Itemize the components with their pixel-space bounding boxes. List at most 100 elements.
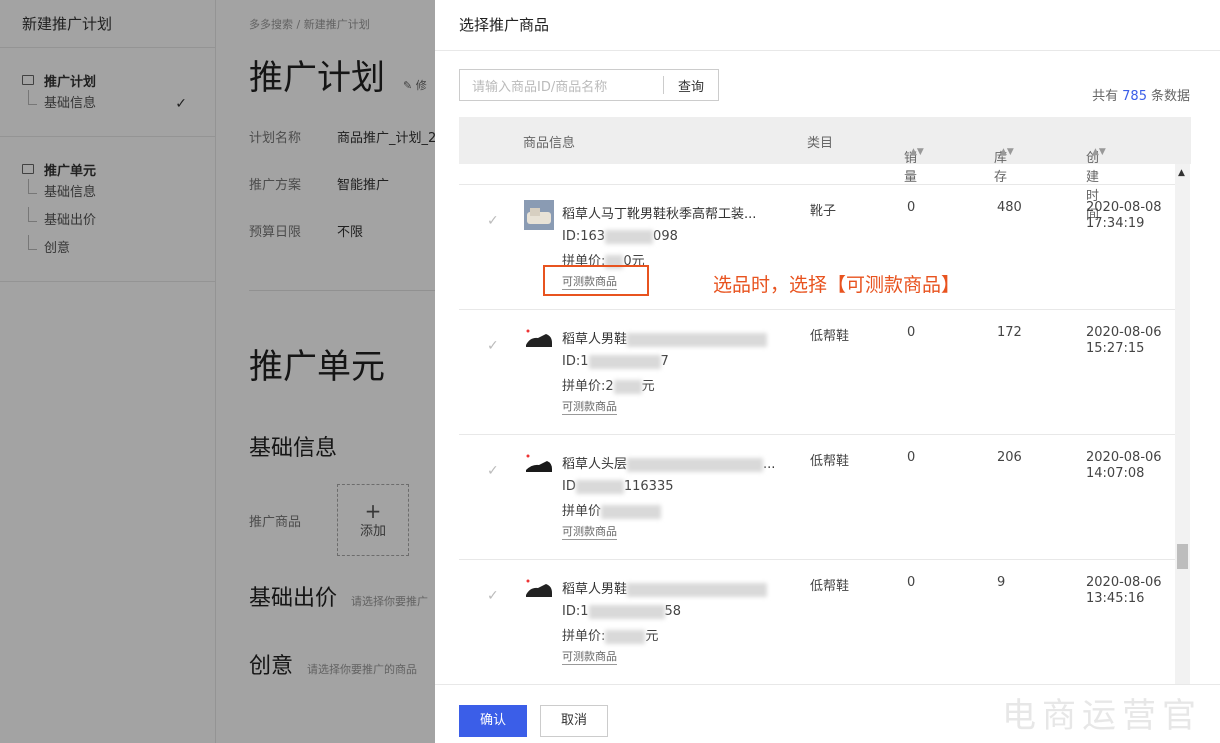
product-created: 2020-08-06 13:45:16 xyxy=(1086,575,1162,607)
product-stock: 172 xyxy=(997,325,1022,340)
watermark: 电商运营官 xyxy=(1002,696,1202,736)
table-row[interactable]: ✓ 稻草人男鞋 ID:1 58 拼单价: 元 可测款商品 低帮鞋 0 9 2020-… xyxy=(459,560,1175,684)
price-suffix: 元 xyxy=(645,629,659,644)
price-prefix: 拼单价: xyxy=(562,629,606,644)
product-category: 靴子 xyxy=(810,204,837,219)
table-header: 商品信息 类目 销量 ▲▼ 库存 ▲▼ 创建时间 ▲▼ xyxy=(459,117,1191,223)
created-date: 2020-08-06 xyxy=(1086,325,1162,340)
product-thumbnail xyxy=(524,325,554,355)
table-body: ✓ 稻草人马丁靴男鞋秋季高帮工装... ID:163 098 拼单价: 0 元 可测款… xyxy=(459,184,1175,684)
product-sales: 0 xyxy=(907,450,916,465)
created-time: 17:34:19 xyxy=(1086,216,1145,231)
product-price: 拼单价:2 元 xyxy=(562,375,655,394)
product-id: ID 116335 xyxy=(562,479,674,494)
product-name: 稻草人头层... xyxy=(562,457,776,472)
testable-product-tag: 可测款商品 xyxy=(562,400,617,415)
created-time: 15:27:15 xyxy=(1086,341,1145,356)
product-id-prefix: ID xyxy=(562,479,576,494)
annotation-text: 选品时，选择【可测款商品】 xyxy=(713,274,961,296)
confirm-button[interactable]: 确认 xyxy=(459,705,527,737)
column-header-category: 类目 xyxy=(807,136,834,151)
product-name: 稻草人男鞋 xyxy=(562,328,768,347)
testable-product-tag: 可测款商品 xyxy=(562,525,617,540)
redacted-blur xyxy=(627,582,768,597)
sort-icon: ▲▼ xyxy=(910,147,924,157)
product-created: 2020-08-08 17:34:19 xyxy=(1086,200,1162,232)
price-prefix: 拼单价 xyxy=(562,504,602,519)
table-row[interactable]: ✓ 稻草人男鞋 ID:1 7 拼单价:2 元 可测款商品 低帮鞋 0 172 202… xyxy=(459,310,1175,435)
total-number: 785 xyxy=(1122,89,1147,104)
product-id-prefix: ID:1 xyxy=(562,604,589,619)
product-name: 稻草人马丁靴男鞋秋季高帮工装... xyxy=(562,207,757,222)
search-button[interactable]: 查询 xyxy=(664,76,718,95)
product-name: 稻草人男鞋 xyxy=(562,578,768,597)
select-product-drawer: 选择推广商品 请输入商品ID/商品名称 查询 共有 785 条数据 商品信息 类目 … xyxy=(435,0,1220,743)
redacted-blur xyxy=(588,604,665,619)
redacted-blur xyxy=(605,229,654,244)
product-id: ID:1 7 xyxy=(562,354,669,369)
table-row[interactable]: ✓ 稻草人头层... ID 116335 拼单价 可测款商品 低帮鞋 0 206 … xyxy=(459,435,1175,560)
product-id-suffix: 58 xyxy=(664,604,682,619)
drawer-title: 选择推广商品 xyxy=(435,0,1220,51)
created-date: 2020-08-06 xyxy=(1086,575,1162,590)
product-id-suffix: 7 xyxy=(660,354,669,369)
product-id-suffix: 116335 xyxy=(623,479,674,494)
select-check-icon[interactable]: ✓ xyxy=(487,338,499,354)
scroll-up-icon[interactable]: ▲ xyxy=(1178,168,1185,178)
product-stock: 206 xyxy=(997,450,1022,465)
product-id: ID:1 58 xyxy=(562,604,681,619)
select-check-icon[interactable]: ✓ xyxy=(487,213,499,229)
search-input[interactable]: 请输入商品ID/商品名称 xyxy=(460,76,663,95)
product-stock: 480 xyxy=(997,200,1022,215)
redacted-blur xyxy=(588,354,661,369)
product-thumbnail xyxy=(524,575,554,605)
product-price: 拼单价: 元 xyxy=(562,625,658,644)
redacted-blur xyxy=(613,379,642,394)
redacted-blur xyxy=(627,332,768,347)
product-stock: 9 xyxy=(997,575,1006,590)
column-header-product: 商品信息 xyxy=(523,136,576,151)
product-category: 低帮鞋 xyxy=(810,329,850,344)
product-sales: 0 xyxy=(907,200,916,215)
search-box: 请输入商品ID/商品名称 查询 xyxy=(459,69,719,101)
price-suffix: 元 xyxy=(641,379,655,394)
total-suffix: 条数据 xyxy=(1150,89,1190,104)
redacted-blur xyxy=(575,479,624,494)
total-count: 共有 785 条数据 xyxy=(1092,85,1190,104)
product-sales: 0 xyxy=(907,575,916,590)
total-prefix: 共有 xyxy=(1092,89,1119,104)
redacted-blur xyxy=(601,504,662,519)
created-date: 2020-08-08 xyxy=(1086,200,1162,215)
redacted-blur xyxy=(605,629,646,644)
product-id-suffix: 098 xyxy=(653,229,678,244)
product-category: 低帮鞋 xyxy=(810,579,850,594)
product-sales: 0 xyxy=(907,325,916,340)
product-thumbnail xyxy=(524,450,554,480)
select-check-icon[interactable]: ✓ xyxy=(487,588,499,604)
product-category: 低帮鞋 xyxy=(810,454,850,469)
price-prefix: 拼单价:2 xyxy=(562,379,614,394)
product-created: 2020-08-06 14:07:08 xyxy=(1086,450,1162,482)
product-thumbnail xyxy=(524,200,554,230)
product-id: ID:163 098 xyxy=(562,229,678,244)
product-name-text: 稻草人男鞋 xyxy=(562,582,628,597)
product-id-prefix: ID:1 xyxy=(562,354,589,369)
product-id-prefix: ID:163 xyxy=(562,229,606,244)
scrollbar-thumb[interactable] xyxy=(1177,544,1188,569)
product-name-text: 稻草人男鞋 xyxy=(562,332,628,347)
highlight-box xyxy=(543,265,649,296)
sort-icon: ▲▼ xyxy=(1092,147,1106,157)
select-check-icon[interactable]: ✓ xyxy=(487,463,499,479)
testable-product-tag: 可测款商品 xyxy=(562,650,617,665)
drawer-toolbar: 请输入商品ID/商品名称 查询 共有 785 条数据 xyxy=(435,51,1220,117)
created-date: 2020-08-06 xyxy=(1086,450,1162,465)
product-created: 2020-08-06 15:27:15 xyxy=(1086,325,1162,357)
sort-icon: ▲▼ xyxy=(1000,147,1014,157)
product-name-text: 稻草人头层 xyxy=(562,457,628,472)
created-time: 14:07:08 xyxy=(1086,466,1145,481)
created-time: 13:45:16 xyxy=(1086,591,1145,606)
cancel-button[interactable]: 取消 xyxy=(540,705,608,737)
table-scrollbar[interactable]: ▲ xyxy=(1175,164,1190,684)
redacted-blur xyxy=(627,457,764,472)
product-price: 拼单价 xyxy=(562,500,662,519)
